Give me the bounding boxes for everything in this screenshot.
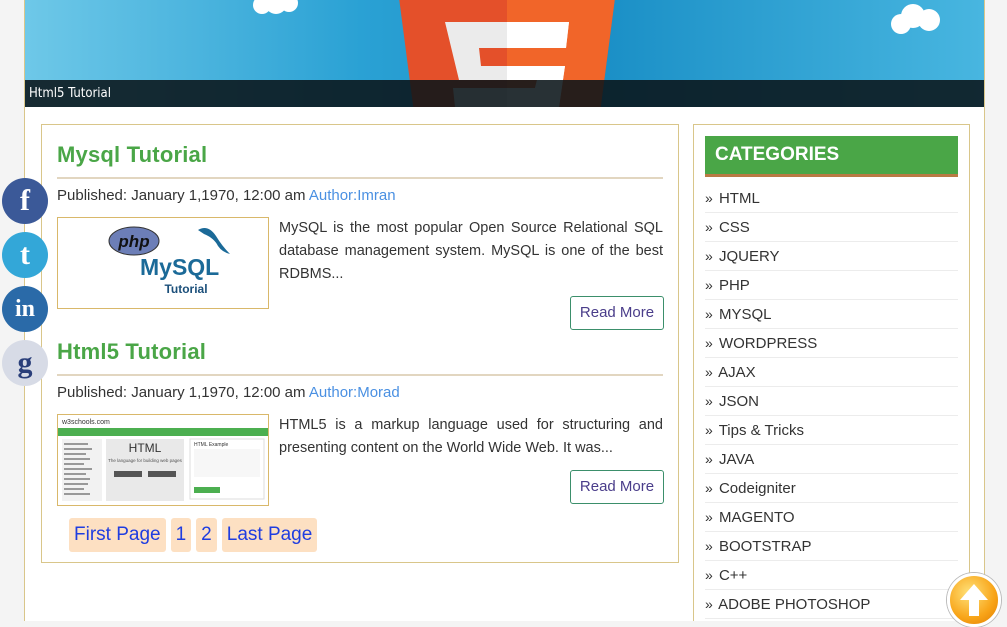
double-chevron-icon: » (705, 596, 713, 612)
category-item[interactable]: » JSON (705, 387, 958, 416)
cloud-decoration (280, 0, 298, 12)
pagination: First Page 1 2 Last Page (69, 518, 318, 552)
published-date: Published: January 1,1970, 12:00 am (57, 187, 306, 204)
double-chevron-icon: » (705, 422, 713, 438)
category-item[interactable]: » CSS (705, 213, 958, 242)
category-label: JQUERY (718, 248, 780, 265)
category-item[interactable]: » HTML (705, 184, 958, 213)
read-more-button[interactable]: Read More (570, 296, 664, 330)
w3schools-screenshot: w3schools.com HTML The language for buil… (58, 415, 268, 505)
title-divider (57, 374, 663, 376)
page-2-link[interactable]: 2 (196, 518, 217, 552)
post-thumbnail[interactable]: php MySQL Tutorial (57, 217, 269, 309)
first-page-link[interactable]: First Page (69, 518, 166, 552)
post-excerpt: MySQL is the most popular Open Source Re… (279, 220, 663, 282)
double-chevron-icon: » (705, 480, 713, 496)
header-banner: Html5 Tutorial (25, 0, 984, 107)
category-item[interactable]: » Codeigniter (705, 474, 958, 503)
categories-header: CATEGORIES (705, 136, 958, 177)
categories-title: CATEGORIES (715, 144, 840, 165)
category-item[interactable]: » WORDPRESS (705, 329, 958, 358)
banner-title: Html5 Tutorial (29, 86, 111, 101)
thumb-example-label: HTML Example (194, 442, 228, 448)
thumb-site-name: w3schools.com (61, 419, 110, 426)
double-chevron-icon: » (705, 567, 713, 583)
page-1-link[interactable]: 1 (170, 518, 192, 552)
category-item[interactable]: » MAGENTO (705, 503, 958, 532)
thumb-caption: Tutorial (164, 282, 207, 296)
scroll-to-top-button[interactable] (947, 573, 1001, 627)
banner-caption-bar (25, 80, 984, 107)
category-item[interactable]: » AJAX (705, 358, 958, 387)
post-excerpt: HTML5 is a markup language used for stru… (279, 417, 663, 456)
author-link[interactable]: Author:Imran (309, 187, 396, 204)
category-label: Codeigniter (718, 480, 796, 497)
category-label: JSON (718, 393, 759, 410)
last-page-link[interactable]: Last Page (221, 518, 318, 552)
category-item[interactable]: » BOOTSTRAP (705, 532, 958, 561)
google-glyph: g (17, 346, 33, 379)
facebook-share-button[interactable]: f (2, 178, 48, 224)
mysql-logo-text: MySQL (140, 254, 219, 280)
twitter-share-button[interactable]: t (2, 232, 48, 278)
double-chevron-icon: » (705, 190, 713, 206)
sidebar: CATEGORIES » HTML » CSS » JQUERY » PHP »… (693, 124, 970, 621)
post-meta: Published: January 1,1970, 12:00 am Auth… (57, 384, 400, 401)
category-label: JAVA (718, 451, 755, 468)
category-label: ADOBE PHOTOSHOP (718, 596, 871, 613)
post-meta: Published: January 1,1970, 12:00 am Auth… (57, 187, 396, 204)
linkedin-share-button[interactable]: in (2, 286, 48, 332)
page-wrapper: Html5 Tutorial Mysql Tutorial Published:… (24, 0, 985, 621)
double-chevron-icon: » (705, 393, 713, 409)
category-label: BOOTSTRAP (718, 538, 812, 555)
category-label: CSS (718, 219, 750, 236)
category-label: Tips & Tricks (718, 422, 804, 439)
category-label: AJAX (718, 364, 756, 381)
category-label: MYSQL (718, 306, 772, 323)
thumb-heading: HTML (129, 441, 162, 455)
linkedin-glyph: in (14, 296, 35, 322)
post-title[interactable]: Mysql Tutorial (57, 142, 207, 168)
read-more-button[interactable]: Read More (570, 470, 664, 504)
double-chevron-icon: » (705, 248, 713, 264)
published-date: Published: January 1,1970, 12:00 am (57, 384, 306, 401)
category-label: C++ (718, 567, 748, 584)
title-divider (57, 177, 663, 179)
double-chevron-icon: » (705, 219, 713, 235)
category-item[interactable]: » JQUERY (705, 242, 958, 271)
category-label: MAGENTO (718, 509, 795, 526)
category-item[interactable]: » JAVA (705, 445, 958, 474)
double-chevron-icon: » (705, 509, 713, 525)
php-logo-text: php (117, 232, 149, 251)
google-share-button[interactable]: g (2, 340, 48, 386)
category-label: PHP (718, 277, 750, 294)
post-thumbnail[interactable]: w3schools.com HTML The language for buil… (57, 414, 269, 506)
category-item[interactable]: » MYSQL (705, 300, 958, 329)
category-label: HTML (718, 190, 760, 207)
category-label: WORDPRESS (718, 335, 818, 352)
thumb-subheading: The language for building web pages (108, 458, 183, 463)
facebook-glyph: f (20, 184, 30, 217)
double-chevron-icon: » (705, 451, 713, 467)
category-list: » HTML » CSS » JQUERY » PHP » MYSQL » WO… (705, 184, 958, 619)
cloud-decoration (918, 9, 940, 31)
double-chevron-icon: » (705, 364, 713, 380)
post-list: Mysql Tutorial Published: January 1,1970… (41, 124, 679, 563)
category-item[interactable]: » ADOBE PHOTOSHOP (705, 590, 958, 619)
twitter-glyph: t (20, 238, 30, 271)
double-chevron-icon: » (705, 538, 713, 554)
double-chevron-icon: » (705, 277, 713, 293)
category-item[interactable]: » C++ (705, 561, 958, 590)
double-chevron-icon: » (705, 306, 713, 322)
author-link[interactable]: Author:Morad (309, 384, 400, 401)
post-title[interactable]: Html5 Tutorial (57, 339, 206, 365)
mysql-php-logo: php MySQL Tutorial (108, 226, 230, 296)
category-item[interactable]: » PHP (705, 271, 958, 300)
arrow-up-icon (960, 584, 988, 616)
category-item[interactable]: » Tips & Tricks (705, 416, 958, 445)
double-chevron-icon: » (705, 335, 713, 351)
